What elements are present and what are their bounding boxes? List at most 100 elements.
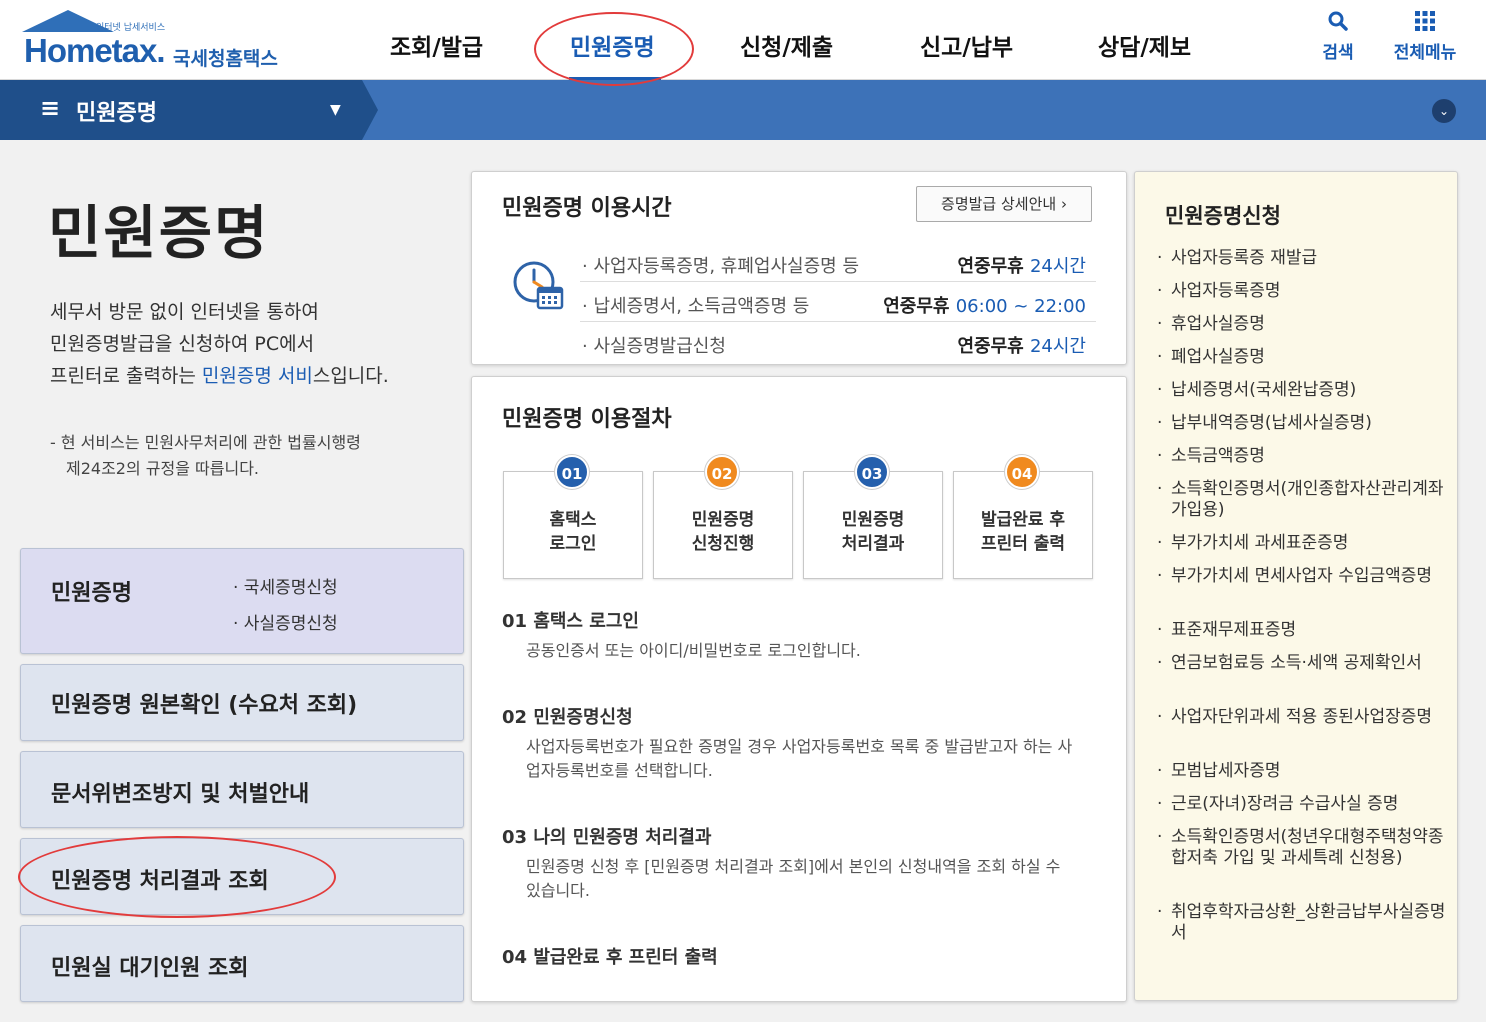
step-detail-heading: 03 나의 민원증명 처리결과 — [502, 827, 712, 848]
step-label-line: 신청진행 — [691, 534, 755, 554]
step-label: 민원증명신청진행 — [654, 508, 792, 556]
nav-consult[interactable]: 상담/제보 — [1098, 28, 1191, 62]
hometax-logo[interactable]: 인터넷 납세서비스 Hometax. 국세청홈택스 — [18, 8, 308, 74]
service-hours-title: 민원증명 이용시간 — [502, 196, 672, 221]
box-title: 민원증명 — [51, 581, 132, 606]
hours-value-prefix: 연중무휴 — [957, 256, 1030, 277]
clock-calendar-icon — [510, 258, 564, 312]
certificate-link[interactable]: 근로(자녀)장려금 수급사실 증명 — [1157, 794, 1447, 815]
certificate-link[interactable]: 휴업사실증명 — [1157, 314, 1447, 335]
certificate-link[interactable]: 모범납세자증명 — [1157, 761, 1447, 782]
certificate-link-text: 부가가치세 과세표준증명 — [1171, 533, 1349, 553]
hours-value-time: 24시간 — [1029, 336, 1086, 357]
step-label-line: 발급완료 후 — [980, 510, 1066, 530]
box-title: 민원실 대기인원 조회 — [51, 956, 249, 981]
national-tax-certificate-link[interactable]: · 국세증명신청 — [233, 573, 338, 598]
certificate-link[interactable]: 소득확인증명서(개인종합자산관리계좌 가입용) — [1157, 479, 1447, 521]
hours-row-value: 연중무휴 24시간 — [957, 252, 1086, 278]
application-list-title: 민원증명신청 — [1165, 204, 1281, 228]
search-label: 검색 — [1322, 43, 1354, 63]
box-title: 문서위변조방지 및 처벌안내 — [51, 782, 310, 807]
forgery-prevention-box[interactable]: 문서위변조방지 및 처벌안내 — [20, 751, 464, 828]
highlight-oval-nav — [534, 12, 694, 86]
fact-certificate-link[interactable]: · 사실증명신청 — [233, 609, 338, 634]
certificate-link-text: 근로(자녀)장려금 수급사실 증명 — [1171, 794, 1399, 814]
step-label: 발급완료 후 프린터 출력 — [954, 508, 1092, 556]
certificate-link-text: 사업자등록증 재발급 — [1171, 248, 1318, 268]
step-detail-text: 사업자등록번호가 필요한 증명일 경우 사업자등록번호 목록 중 발급받고자 하… — [526, 737, 1073, 780]
nav-application[interactable]: 신청/제출 — [740, 28, 833, 62]
step-label: 홈택스로그인 — [504, 508, 642, 556]
certificate-link-text: 소득확인증명서(개인종합자산관리계좌 가입용) — [1171, 479, 1444, 520]
desc-line-1: 세무서 방문 없이 인터넷을 통하여 — [50, 301, 319, 323]
nav-report-payment[interactable]: 신고/납부 — [920, 28, 1013, 62]
expand-chevron-icon[interactable]: ⌄ — [1432, 99, 1456, 123]
step-number-badge: 04 — [1005, 455, 1039, 489]
certificate-link-text: 소득확인증명서(청년우대형주택청약종합저축 가입 및 과세특례 신청용) — [1171, 827, 1444, 868]
note-line-1: - 현 서비스는 민원사무처리에 관한 법률시행령 — [50, 433, 361, 452]
logo-korean: 국세청홈택스 — [173, 48, 278, 70]
grid-menu-icon — [1386, 10, 1464, 38]
certificate-link-text: 납부내역증명(납세사실증명) — [1171, 413, 1372, 433]
hours-value-time: 06:00 ~ 22:00 — [955, 296, 1086, 317]
search-button[interactable]: 검색 — [1318, 10, 1358, 63]
step-detail-heading: 02 민원증명신청 — [502, 707, 633, 728]
hours-row-value: 연중무휴 24시간 — [957, 332, 1086, 358]
certificate-link[interactable]: 부가가치세 과세표준증명 — [1157, 533, 1447, 554]
waiting-count-box[interactable]: 민원실 대기인원 조회 — [20, 925, 464, 1002]
step-detail-heading: 04 발급완료 후 프린터 출력 — [502, 947, 718, 968]
certificate-link[interactable]: 표준재무제표증명 — [1157, 620, 1447, 641]
hours-row: · 사업자등록증명, 휴폐업사실증명 등 연중무휴 24시간 — [580, 242, 1096, 282]
procedure-panel: 민원증명 이용절차 홈택스 로그인 민원증명 신청진행 민원증명 처리결과 발급완료 … — [471, 376, 1127, 1002]
step-label-line: 홈택스 — [549, 510, 597, 530]
step-detail-text: 민원증명 신청 후 [민원증명 처리결과 조회]에서 본인의 신청내역을 조회 … — [526, 857, 1061, 900]
certificate-link[interactable]: 사업자등록증 재발급 — [1157, 248, 1447, 269]
step-number-badge: 01 — [555, 455, 589, 489]
step-label-line: 민원증명 — [691, 510, 755, 530]
certificate-link-text: 연금보험료등 소득·세액 공제확인서 — [1171, 653, 1422, 673]
certificate-link[interactable]: 소득금액증명 — [1157, 446, 1447, 467]
nav-inquiry[interactable]: 조회/발급 — [390, 28, 483, 62]
certificate-link-text: 취업후학자금상환_상환금납부사실증명서 — [1171, 902, 1446, 943]
legal-note: - 현 서비스는 민원사무처리에 관한 법률시행령 제24조2의 규정을 따릅니… — [50, 430, 361, 482]
certificate-link-text: 폐업사실증명 — [1171, 347, 1265, 367]
hours-value-prefix: 연중무휴 — [883, 296, 956, 317]
section-selector[interactable]: ≡ 민원증명 ▼ — [0, 80, 362, 140]
hours-row-label: · 사실증명발급신청 — [582, 336, 726, 357]
step-detail-text: 공동인증서 또는 아이디/비밀번호로 로그인합니다. — [526, 641, 861, 660]
certificate-link[interactable]: 소득확인증명서(청년우대형주택청약종합저축 가입 및 과세특례 신청용) — [1157, 827, 1447, 869]
service-hours-panel: 민원증명 이용시간 증명발급 상세안내 › · 사업자등록증명, 휴폐업사실증명… — [471, 171, 1127, 365]
original-verify-box[interactable]: 민원증명 원본확인 (수요처 조회) — [20, 664, 464, 741]
desc-line-2: 민원증명발급을 신청하여 PC에서 — [50, 333, 315, 355]
hours-value-time: 24시간 — [1029, 256, 1086, 277]
step-label-line: 민원증명 — [841, 510, 905, 530]
certificate-link[interactable]: 사업자등록증명 — [1157, 281, 1447, 302]
caret-down-icon: ▼ — [330, 102, 341, 118]
certificate-application-panel: 민원증명신청 사업자등록증 재발급 사업자등록증명 휴업사실증명 폐업사실증명 … — [1134, 171, 1458, 1001]
certificate-link[interactable]: 부가가치세 면세사업자 수입금액증명 — [1157, 566, 1447, 587]
hours-value-prefix: 연중무휴 — [957, 336, 1030, 357]
step-label-line: 로그인 — [549, 534, 597, 554]
issuance-guide-button[interactable]: 증명발급 상세안내 › — [916, 186, 1092, 222]
step-detail-heading: 01 홈택스 로그인 — [502, 611, 639, 632]
all-menu-button[interactable]: 전체메뉴 — [1386, 10, 1464, 63]
certificate-link[interactable]: 납세증명서(국세완납증명) — [1157, 380, 1447, 401]
certificate-link[interactable]: 납부내역증명(납세사실증명) — [1157, 413, 1447, 434]
step-number-badge: 03 — [855, 455, 889, 489]
certificate-link[interactable]: 사업자단위과세 적용 종된사업장증명 — [1157, 707, 1447, 728]
hours-row: · 납세증명서, 소득금액증명 등 연중무휴 06:00 ~ 22:00 — [580, 282, 1096, 322]
hours-row: · 사실증명발급신청 연중무휴 24시간 — [580, 322, 1096, 362]
certificate-link-text: 납세증명서(국세완납증명) — [1171, 380, 1357, 400]
certificate-link[interactable]: 취업후학자금상환_상환금납부사실증명서 — [1157, 902, 1447, 944]
hours-row-value: 연중무휴 06:00 ~ 22:00 — [883, 292, 1086, 318]
all-menu-label: 전체메뉴 — [1393, 43, 1457, 63]
certificate-link-text: 부가가치세 면세사업자 수입금액증명 — [1171, 566, 1433, 586]
desc-line-3-pre: 프린터로 출력하는 — [50, 365, 202, 387]
civil-certificate-box[interactable]: 민원증명 · 국세증명신청 · 사실증명신청 — [20, 548, 464, 654]
page-description: 세무서 방문 없이 인터넷을 통하여 민원증명발급을 신청하여 PC에서 프린터… — [50, 296, 389, 392]
certificate-link[interactable]: 연금보험료등 소득·세액 공제확인서 — [1157, 653, 1447, 674]
search-icon — [1318, 10, 1358, 38]
certificate-link-text: 소득금액증명 — [1171, 446, 1265, 466]
note-line-2: 제24조2의 규정을 따릅니다. — [66, 459, 259, 478]
certificate-link[interactable]: 폐업사실증명 — [1157, 347, 1447, 368]
